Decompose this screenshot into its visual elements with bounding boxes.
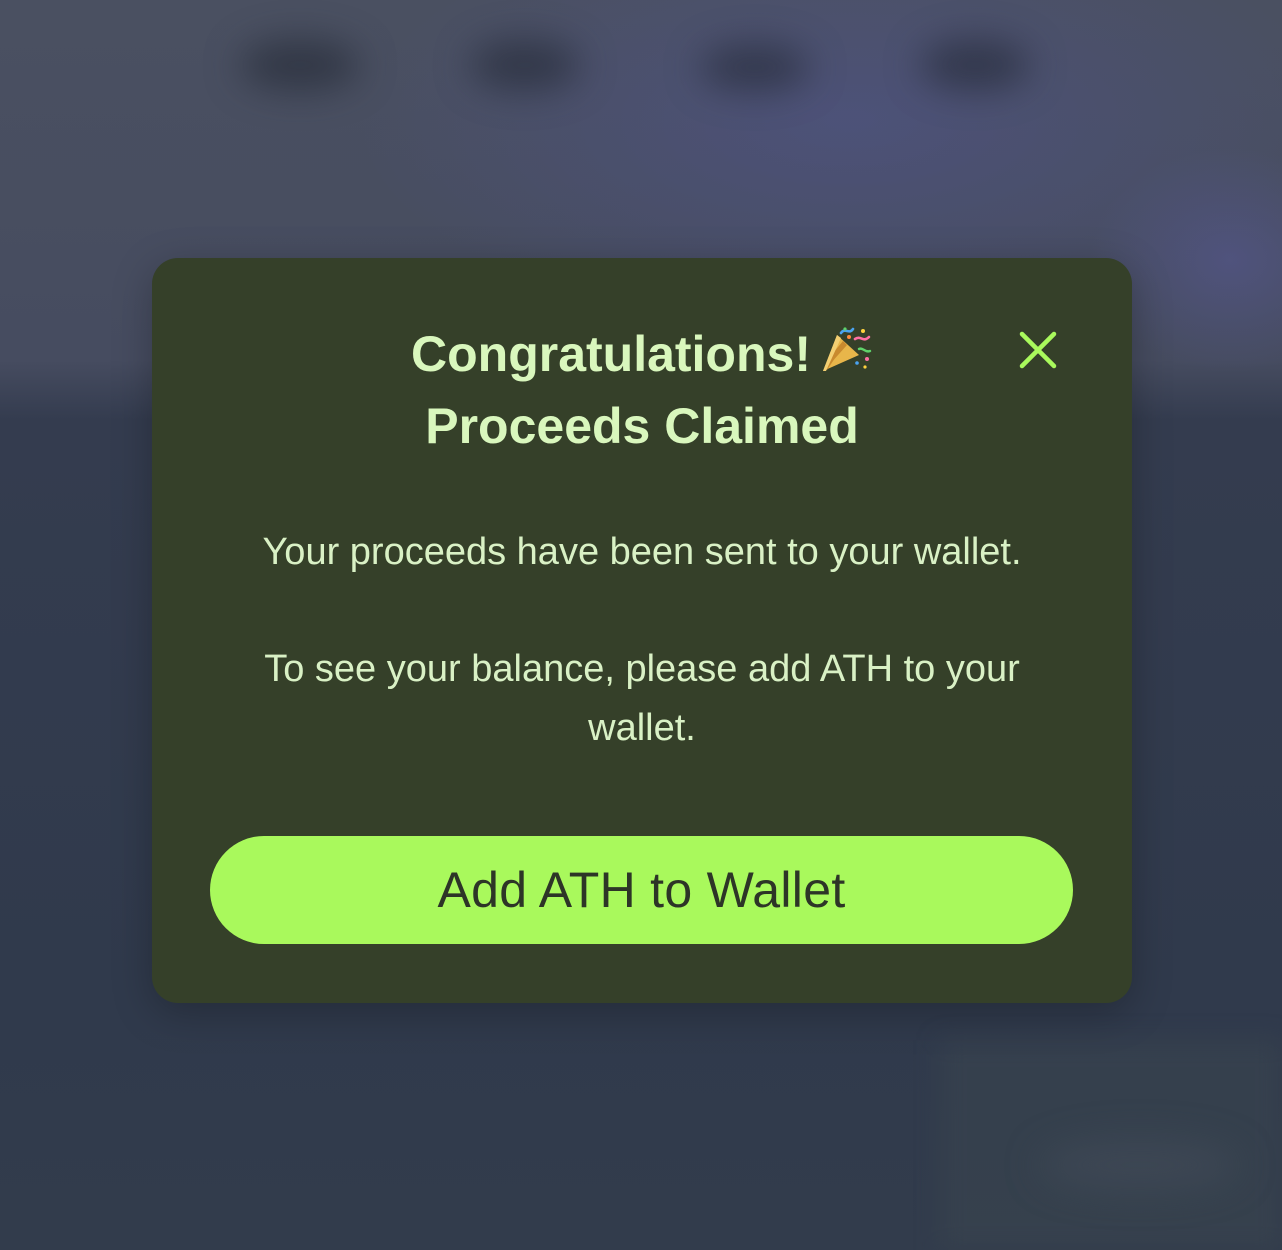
close-icon (1019, 331, 1057, 369)
title-line-2: Proceeds Claimed (425, 398, 859, 454)
close-button[interactable] (1010, 322, 1066, 378)
success-modal: Congratulations! Proceeds Claimed Your p… (152, 258, 1132, 1003)
modal-title: Congratulations! Proceeds Claimed (272, 320, 1012, 460)
blurred-nav-item (700, 45, 810, 90)
title-line-1: Congratulations! (411, 326, 811, 382)
blurred-element (1040, 1140, 1240, 1190)
blurred-nav-item (470, 40, 580, 90)
blurred-nav-item (240, 40, 360, 90)
title-line-1-wrapper: Congratulations! (272, 320, 1012, 392)
party-popper-icon (819, 324, 873, 392)
blurred-nav-item (920, 40, 1030, 90)
message-add-token: To see your balance, please add ATH to y… (212, 640, 1072, 758)
add-ath-to-wallet-button[interactable]: Add ATH to Wallet (210, 836, 1073, 944)
message-add-token-text: To see your balance, please add ATH to y… (264, 648, 1020, 749)
message-sent-to-wallet: Your proceeds have been sent to your wal… (262, 531, 1022, 573)
